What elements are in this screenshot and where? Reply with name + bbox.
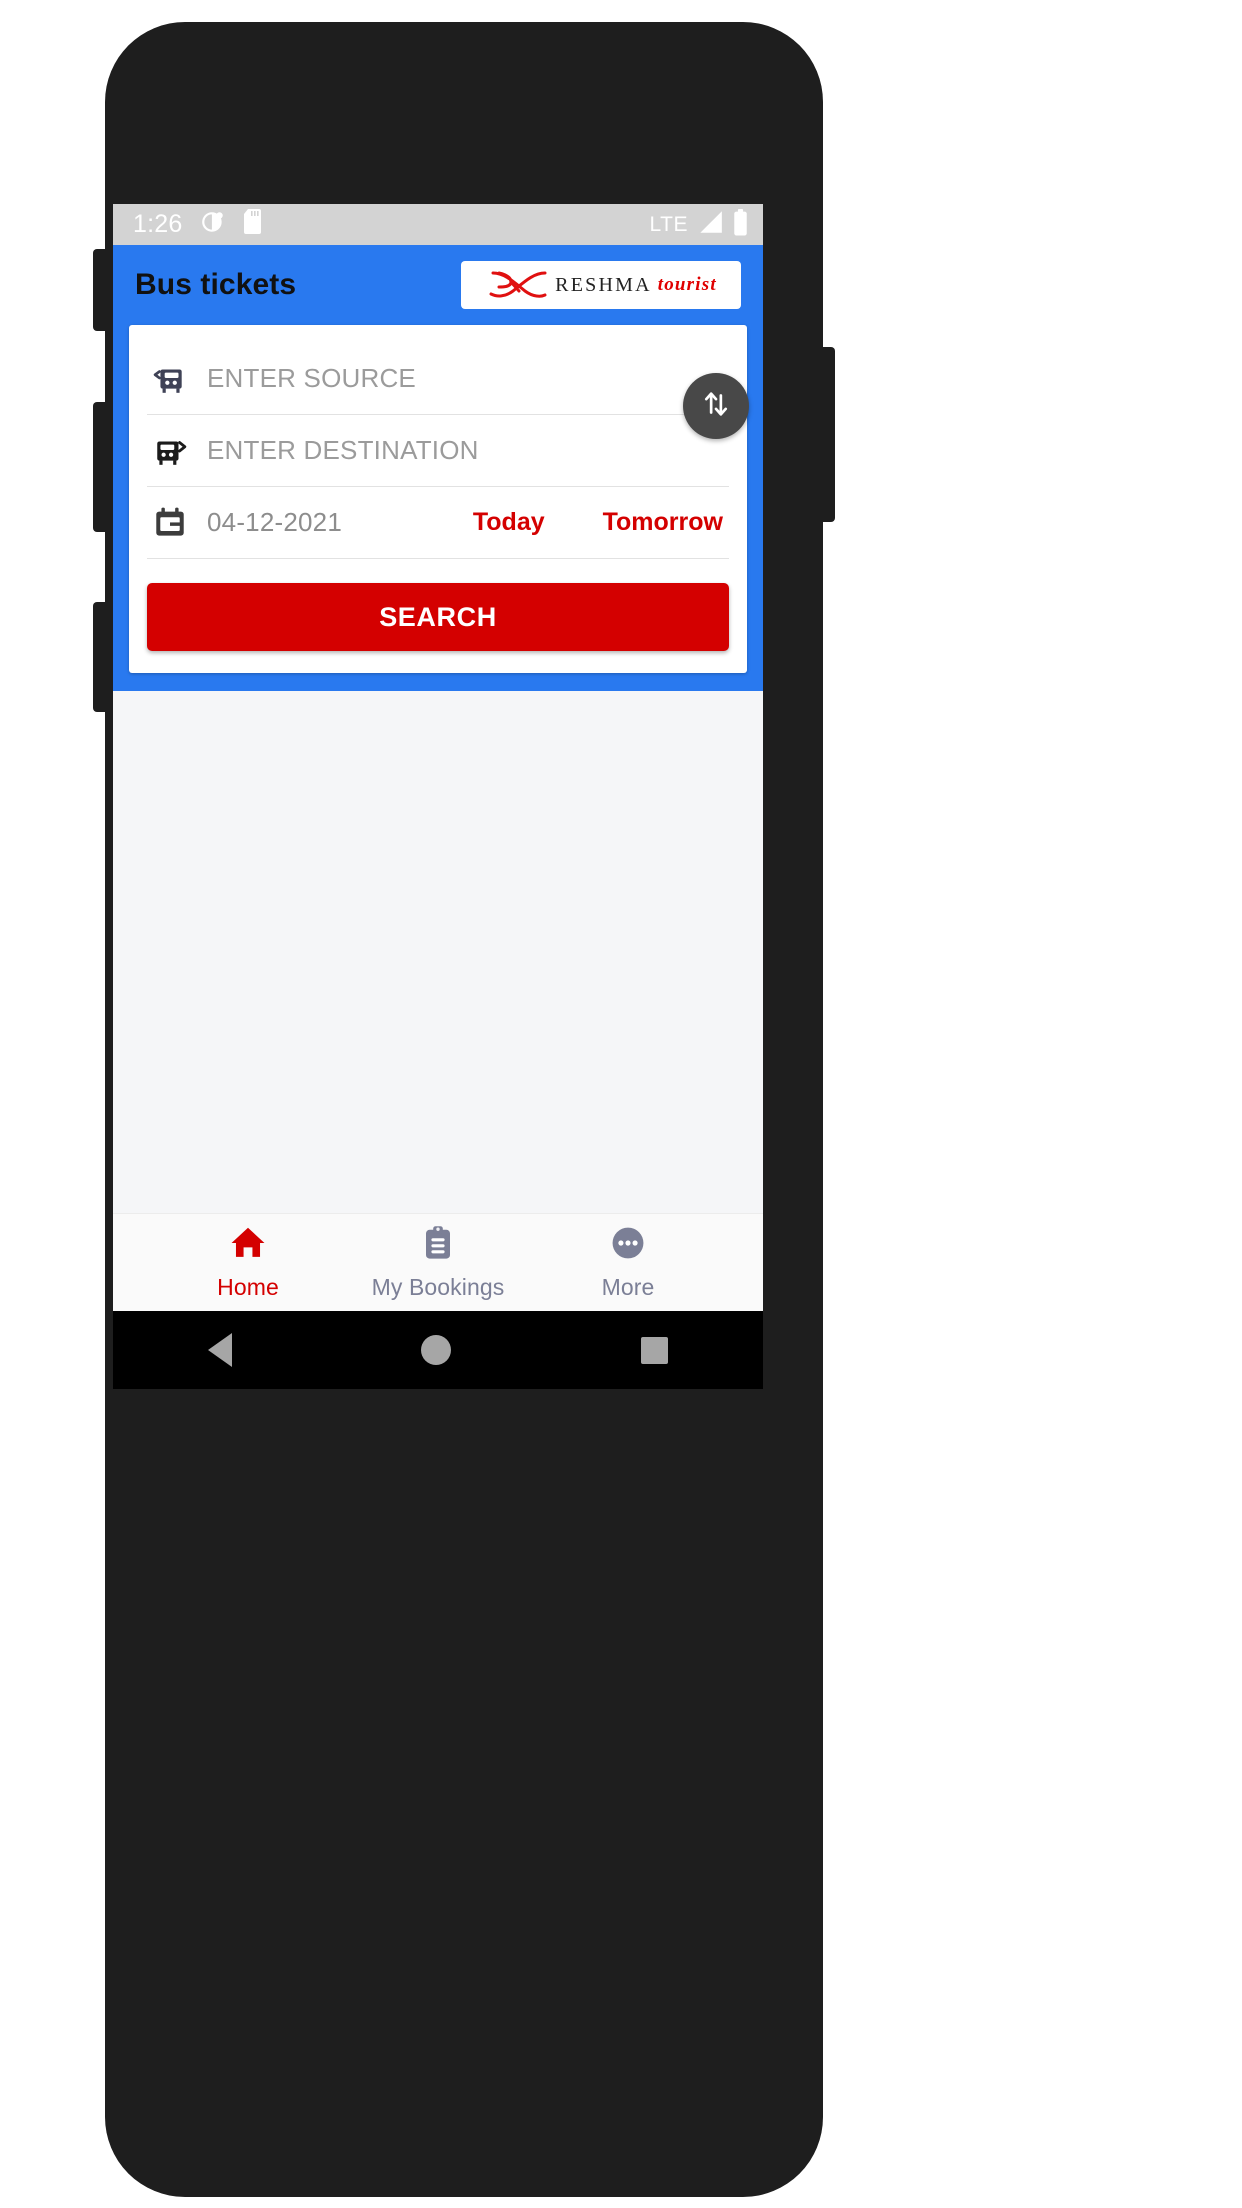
nav-item-my-bookings-label: My Bookings (371, 1273, 505, 1300)
date-value[interactable]: 04-12-2021 (207, 507, 342, 538)
home-circle-icon[interactable] (421, 1335, 452, 1365)
nav-item-home[interactable]: Home (173, 1225, 323, 1301)
today-button[interactable]: Today (473, 508, 545, 537)
content-area (113, 691, 763, 1213)
nav-item-my-bookings[interactable]: My Bookings (363, 1225, 513, 1301)
clipboard-icon (420, 1225, 456, 1266)
destination-input[interactable]: ENTER DESTINATION (207, 435, 479, 466)
source-field-row[interactable]: ENTER SOURCE (147, 343, 729, 415)
swap-vertical-icon (699, 387, 733, 426)
android-navigation-bar (113, 1311, 763, 1389)
status-bar: 1:26 LTE (113, 204, 763, 245)
status-bar-right-icons: LTE (649, 208, 749, 241)
tomorrow-button[interactable]: Tomorrow (603, 508, 723, 537)
logo-name-text: RESHMA (555, 273, 652, 296)
destination-field-row[interactable]: ENTER DESTINATION (147, 415, 729, 487)
reshma-monogram-icon (485, 265, 549, 306)
more-dots-icon (610, 1225, 646, 1266)
phone-frame: 1:26 LTE Bus tickets RESHMA tourist ENTE… (93, 22, 835, 2197)
network-type-label: LTE (649, 212, 688, 236)
nav-item-more-label: More (601, 1273, 655, 1300)
search-button[interactable]: SEARCH (147, 583, 729, 651)
app-bar: Bus tickets RESHMA tourist (113, 245, 763, 325)
status-bar-left-icons (200, 209, 264, 240)
brand-logo: RESHMA tourist (461, 261, 741, 309)
nav-item-more[interactable]: More (553, 1225, 703, 1301)
recents-square-icon[interactable] (641, 1336, 669, 1364)
phone-screen: 1:26 LTE Bus tickets RESHMA tourist ENTE… (113, 204, 763, 1389)
dnd-icon (200, 209, 226, 240)
phone-side-button-3[interactable] (93, 602, 107, 712)
back-triangle-icon[interactable] (207, 1333, 232, 1367)
bus-departure-icon (153, 362, 187, 396)
calendar-icon (153, 507, 187, 539)
status-bar-time: 1:26 (133, 210, 183, 238)
sd-card-icon (242, 209, 264, 240)
quick-date-buttons: Today Tomorrow (473, 508, 729, 537)
battery-icon (732, 208, 749, 241)
date-field-row[interactable]: 04-12-2021 Today Tomorrow (147, 487, 729, 559)
phone-side-button-right[interactable] (821, 347, 835, 522)
swap-source-destination-button[interactable] (683, 373, 749, 439)
search-card: ENTER SOURCE ENTER DESTINATION 04-12-202… (129, 325, 749, 673)
logo-suffix-text: tourist (657, 274, 717, 295)
home-icon (229, 1225, 267, 1266)
nav-item-home-label: Home (217, 1273, 279, 1300)
page-title: Bus tickets (135, 268, 297, 301)
source-input[interactable]: ENTER SOURCE (207, 363, 416, 394)
phone-side-button-1[interactable] (93, 249, 107, 331)
phone-side-button-2[interactable] (93, 402, 107, 532)
screenshot-root: 1:26 LTE Bus tickets RESHMA tourist ENTE… (0, 0, 1242, 2208)
bus-arrival-icon (153, 434, 187, 468)
header-blue-region: ENTER SOURCE ENTER DESTINATION 04-12-202… (113, 325, 763, 691)
signal-icon (696, 209, 724, 240)
bottom-navigation-bar: Home My Bookings More (113, 1213, 763, 1311)
